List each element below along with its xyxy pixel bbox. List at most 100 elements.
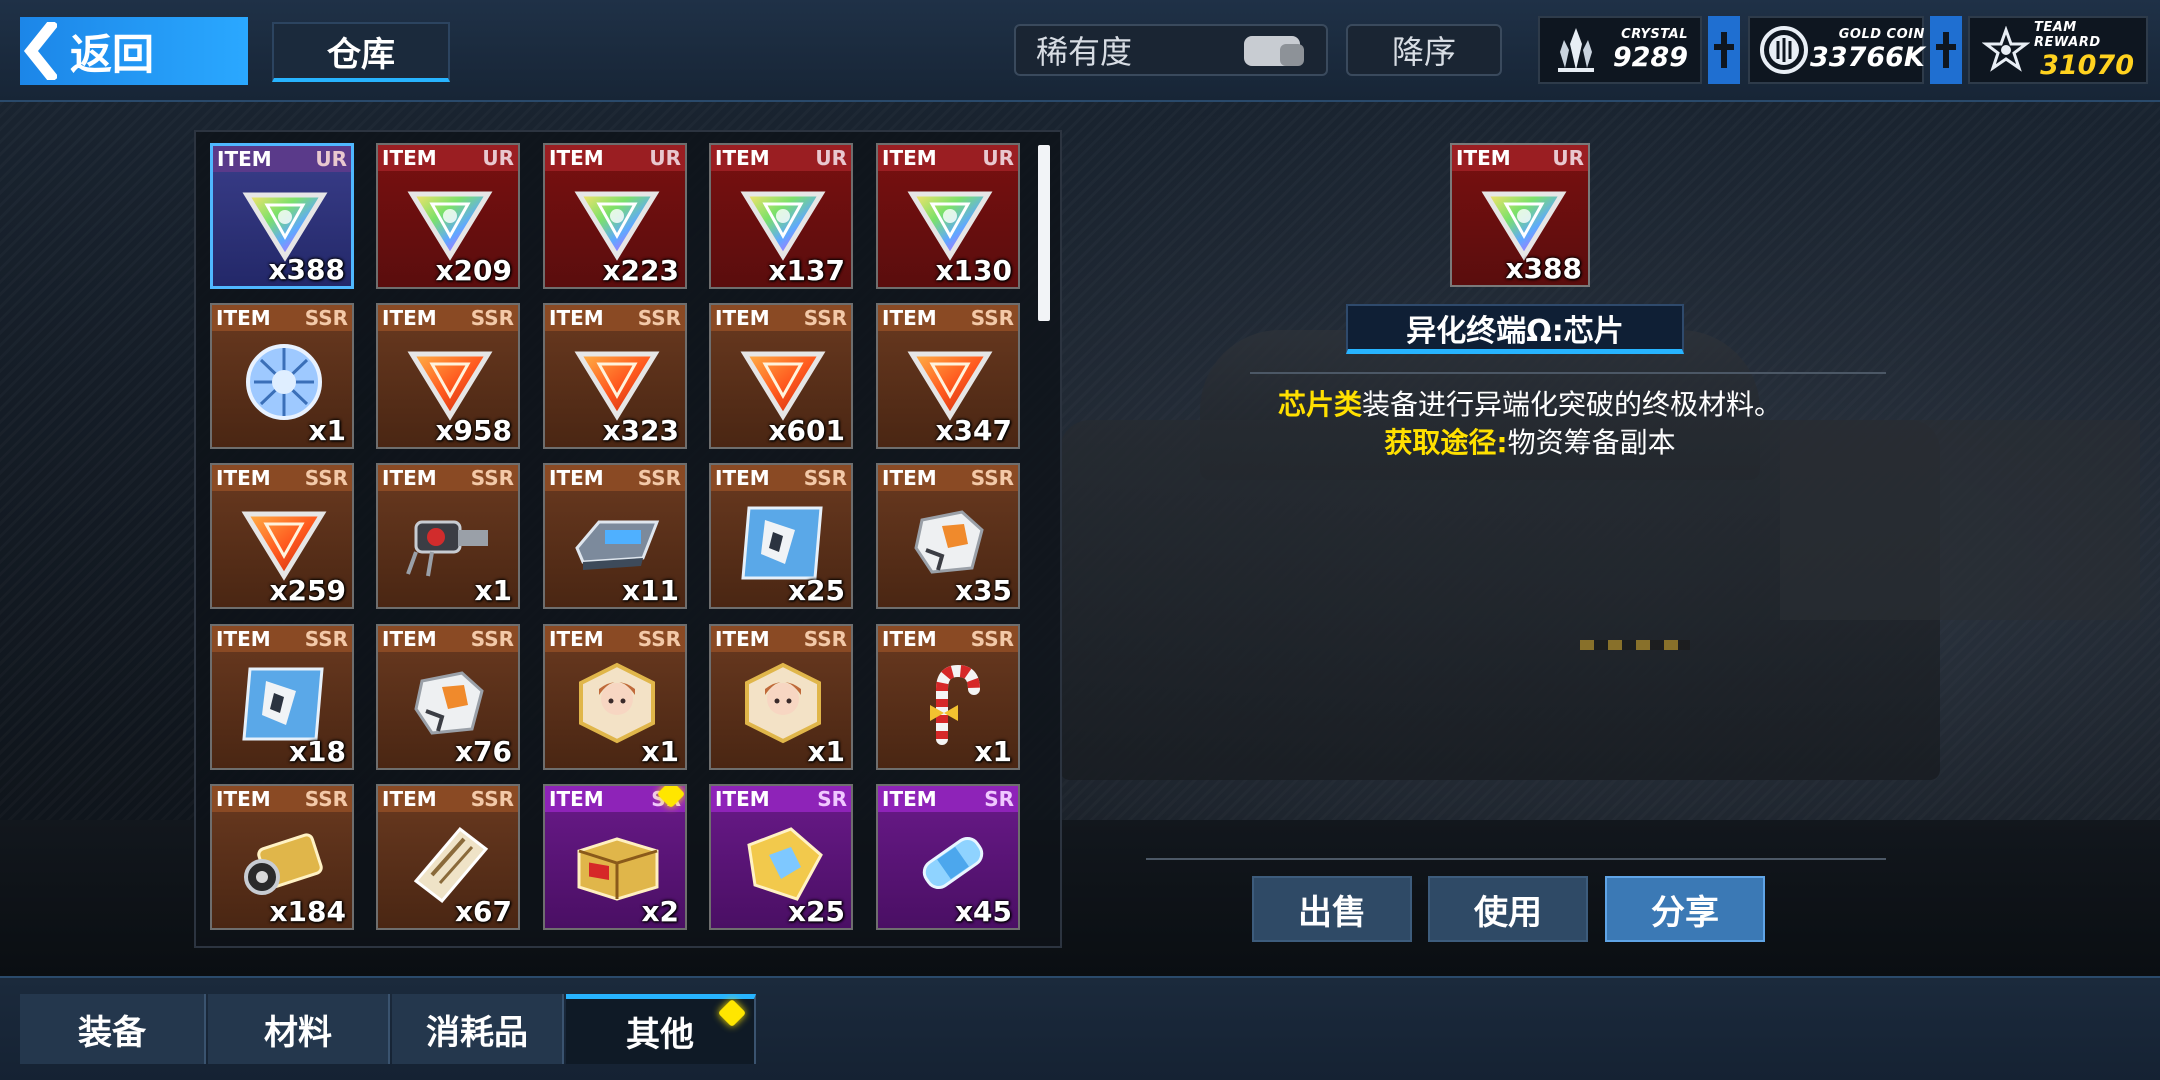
add-gold-coin-button[interactable]	[1930, 16, 1962, 84]
inventory-item[interactable]: ITEM SSR x323	[543, 303, 687, 449]
inventory-item[interactable]: ITEM SSR x18	[210, 624, 354, 770]
tab-consumables[interactable]: 消耗品	[392, 994, 564, 1064]
inventory-item[interactable]: ITEM SSR x1	[709, 624, 853, 770]
inventory-item[interactable]: ITEM SSR x11	[543, 463, 687, 609]
orange-chip-icon	[234, 499, 334, 585]
inventory-item[interactable]: ITEM SSR x259	[210, 463, 354, 609]
item-count: x67	[454, 895, 512, 928]
item-name: 异化终端Ω:芯片	[1346, 304, 1684, 354]
item-tag: ITEM	[216, 627, 271, 651]
candy-cane-icon	[900, 660, 1000, 746]
item-description: 芯片类装备进行异端化突破的终极材料。 获取途径:物资筹备副本	[1180, 386, 1880, 462]
tab-equipment[interactable]: 装备	[20, 994, 206, 1064]
source-text: 物资筹备副本	[1507, 426, 1676, 459]
gold-coin-icon	[1758, 22, 1810, 78]
inventory-item[interactable]: ITEM SSR x1	[376, 463, 520, 609]
item-count: x184	[269, 895, 346, 928]
inventory-item[interactable]: ITEM UR x388	[210, 143, 354, 289]
inventory-item[interactable]: ITEM SSR x958	[376, 303, 520, 449]
team-reward-value: 31070	[2040, 49, 2134, 81]
inventory-item[interactable]: ITEM SSR x184	[210, 784, 354, 930]
item-count: x137	[768, 254, 845, 287]
orange-chip-icon	[400, 339, 500, 425]
inventory-item[interactable]: ITEM SSR x1	[543, 624, 687, 770]
back-chevron-icon	[20, 17, 60, 85]
crystal-value: 9289	[1612, 42, 1688, 73]
reference-ticket-icon	[400, 820, 500, 906]
orange-chip-icon	[733, 339, 833, 425]
tab-other[interactable]: 其他	[566, 994, 756, 1064]
omega-chip-icon	[400, 179, 500, 265]
item-rarity: UR	[982, 146, 1014, 170]
source-label: 获取途径:	[1384, 426, 1508, 459]
item-tag: ITEM	[382, 627, 437, 651]
inventory-item[interactable]: ITEM SSR x1	[876, 624, 1020, 770]
orange-chip-icon	[567, 339, 667, 425]
item-rarity: UR	[1552, 146, 1584, 170]
mech-armor-icon	[400, 660, 500, 746]
energy-canister-icon	[234, 820, 334, 906]
orange-chip-icon	[900, 339, 1000, 425]
inventory-item[interactable]: ITEM SSR x67	[376, 784, 520, 930]
item-tag: ITEM	[549, 466, 604, 490]
item-count: x130	[935, 254, 1012, 287]
description-highlight: 芯片类	[1277, 388, 1362, 421]
omega-chip-icon	[567, 179, 667, 265]
sort-rarity-toggle[interactable]: 稀有度	[1014, 24, 1328, 76]
item-rarity: SSR	[803, 466, 847, 490]
add-crystal-button[interactable]	[1708, 16, 1740, 84]
item-tag: ITEM	[382, 146, 437, 170]
use-button[interactable]: 使用	[1428, 876, 1588, 942]
item-tag: ITEM	[715, 627, 770, 651]
tab-materials[interactable]: 材料	[208, 994, 390, 1064]
inventory-item[interactable]: ITEM SSR x76	[376, 624, 520, 770]
item-rarity: SSR	[637, 306, 681, 330]
inventory-item[interactable]: ITEM SR x25	[709, 784, 853, 930]
inventory-item[interactable]: ITEM UR x223	[543, 143, 687, 289]
gold-coin-label: GOLD COIN	[1838, 27, 1925, 42]
inventory-item[interactable]: ITEM UR x209	[376, 143, 520, 289]
inventory-scrollbar[interactable]	[1038, 145, 1050, 321]
sort-order-button[interactable]: 降序	[1346, 24, 1502, 76]
item-rarity: SSR	[803, 627, 847, 651]
item-rarity: SSR	[470, 787, 514, 811]
toggle-switch-icon	[1244, 36, 1304, 66]
item-count: x35	[954, 574, 1012, 607]
item-rarity: SSR	[470, 627, 514, 651]
inventory-item[interactable]: ITEM UR x130	[876, 143, 1020, 289]
inventory-item[interactable]: ITEM SSR x347	[876, 303, 1020, 449]
item-tag: ITEM	[217, 147, 272, 171]
blue-capsule-icon	[900, 820, 1000, 906]
item-tag: ITEM	[715, 146, 770, 170]
item-rarity: SSR	[803, 306, 847, 330]
share-button[interactable]: 分享	[1605, 876, 1765, 942]
inventory-item[interactable]: ITEM UR x137	[709, 143, 853, 289]
inventory-item[interactable]: ITEM SR x45	[876, 784, 1020, 930]
item-rarity: UR	[482, 146, 514, 170]
back-label: 返回	[70, 29, 155, 79]
item-tag: ITEM	[549, 627, 604, 651]
gold-coin-counter: GOLD COIN 33766K	[1748, 16, 1925, 84]
item-rarity: SSR	[470, 466, 514, 490]
item-tag: ITEM	[549, 146, 604, 170]
crystal-icon	[1548, 22, 1604, 78]
mech-card-icon	[234, 660, 334, 746]
inventory-item[interactable]: ITEM SSR x35	[876, 463, 1020, 609]
inventory-item[interactable]: ITEM SSR x601	[709, 303, 853, 449]
team-reward-label: TEAM REWARD	[2034, 19, 2101, 50]
item-rarity: SR	[984, 787, 1014, 811]
item-tag: ITEM	[715, 787, 770, 811]
divider	[1146, 858, 1886, 860]
item-tag: ITEM	[382, 466, 437, 490]
item-count: x11	[621, 574, 679, 607]
inventory-item[interactable]: ITEM SR x2	[543, 784, 687, 930]
back-button[interactable]: 返回	[20, 17, 248, 85]
inventory-item[interactable]: ITEM SSR x25	[709, 463, 853, 609]
item-count: x1	[641, 735, 679, 768]
item-count: x1	[308, 414, 346, 447]
item-count: x25	[787, 574, 845, 607]
inventory-item[interactable]: ITEM SSR x1	[210, 303, 354, 449]
item-tag: ITEM	[715, 466, 770, 490]
sell-button[interactable]: 出售	[1252, 876, 1412, 942]
item-rarity: SR	[817, 787, 847, 811]
